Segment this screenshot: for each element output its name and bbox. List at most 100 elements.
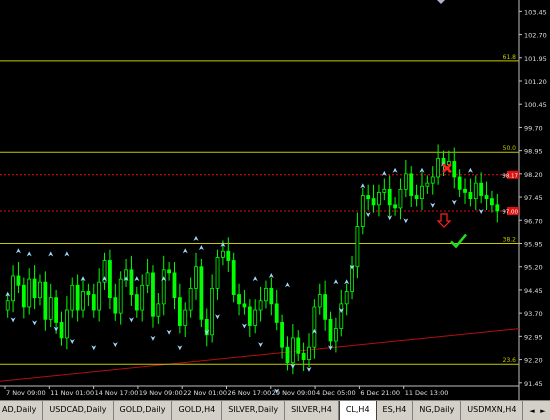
- candle-body: [409, 173, 414, 196]
- candle-body: [210, 287, 215, 336]
- candle-body: [495, 204, 500, 212]
- candle-body: [59, 322, 64, 339]
- candle-body: [371, 198, 376, 206]
- candle-body: [70, 284, 75, 311]
- candle-body: [490, 198, 494, 206]
- candle-body: [86, 291, 91, 295]
- candle-body: [140, 284, 145, 311]
- candle-body: [414, 195, 419, 200]
- candle-body: [360, 195, 365, 227]
- candle-body: [221, 250, 225, 258]
- tab-es-h4[interactable]: ES,H4: [377, 401, 414, 420]
- candle-body: [16, 275, 21, 286]
- candle-body: [393, 204, 397, 209]
- candle-body: [151, 272, 155, 317]
- tab-usdmxn-h4[interactable]: USDMXN,H4: [461, 401, 524, 420]
- candle-body: [425, 182, 430, 187]
- fib-level-label: 38.2: [503, 237, 517, 244]
- price-tick-label: 100.45: [524, 101, 547, 109]
- price-tick-label: 98.20: [524, 171, 543, 179]
- price-tick-label: 102.70: [524, 32, 547, 40]
- candle-body: [156, 303, 161, 317]
- time-tick-label: 26 Nov 17:00: [228, 389, 272, 397]
- candle-body: [118, 278, 123, 314]
- candle-body: [285, 346, 290, 364]
- candle-body: [242, 303, 247, 308]
- price-tick-label: 97.45: [524, 194, 543, 202]
- candle-body: [403, 173, 408, 190]
- time-tick-label: 14 Nov 17:00: [95, 389, 139, 397]
- candle-body: [280, 322, 284, 348]
- price-tick-label: 92.20: [524, 357, 543, 365]
- price-tick-label: 94.45: [524, 287, 543, 295]
- tab-scroll-controls: ◄ ►: [525, 401, 550, 420]
- candle-body: [5, 300, 10, 311]
- price-tick-label: 103.45: [524, 8, 547, 16]
- candle-body: [145, 272, 150, 286]
- candle-body: [328, 318, 333, 342]
- candle-body: [350, 266, 354, 292]
- candle-body: [199, 266, 204, 320]
- tab-ng-daily[interactable]: NG,Daily: [413, 401, 462, 420]
- tab-silver-h4[interactable]: SILVER,H4: [285, 401, 339, 420]
- candle-body: [75, 284, 80, 311]
- candle-body: [237, 294, 241, 305]
- candle-body: [355, 226, 360, 268]
- price-tick-label: 91.45: [524, 380, 543, 388]
- candle-body: [430, 176, 435, 184]
- time-tick-label: 7 Nov 09:00: [6, 389, 46, 397]
- candle-body: [290, 337, 295, 364]
- candle-body: [484, 195, 489, 200]
- candle-body: [317, 294, 322, 308]
- tab-gold-daily[interactable]: GOLD,Daily: [114, 401, 173, 420]
- price-tick-label: 101.20: [524, 78, 547, 86]
- candle-body: [473, 182, 478, 200]
- fib-level-label: 23.6: [503, 357, 517, 364]
- time-tick-label: 6 Dec 21:00: [360, 389, 400, 397]
- scroll-left-icon[interactable]: ◄: [528, 406, 536, 416]
- candle-body: [108, 260, 112, 299]
- price-tag-text: 98.17: [502, 173, 518, 179]
- candle-body: [436, 157, 441, 178]
- candle-body: [463, 188, 467, 193]
- tab-silver-daily[interactable]: SILVER,Daily: [222, 401, 286, 420]
- tab-ad-daily[interactable]: AD,Daily: [0, 401, 44, 420]
- candle-body: [215, 257, 220, 289]
- tab-usdcad-daily[interactable]: USDCAD,Daily: [43, 401, 114, 420]
- candle-body: [344, 291, 349, 305]
- candle-body: [339, 303, 344, 330]
- candle-body: [32, 278, 37, 299]
- fib-level-label: 50.0: [503, 145, 517, 152]
- time-tick-label: 11 Nov 01:00: [50, 389, 94, 397]
- tab-gold-h4[interactable]: GOLD,H4: [172, 401, 223, 420]
- candle-body: [172, 272, 177, 299]
- price-tick-label: 95.95: [524, 241, 543, 249]
- candle-body: [398, 188, 403, 209]
- scroll-right-icon[interactable]: ►: [539, 406, 547, 416]
- price-chart[interactable]: 103.45 102.70 101.95 101.20 100.45 99.70 98.95…: [0, 0, 550, 400]
- candle-body: [48, 297, 53, 320]
- price-tag-text: 97.00: [502, 210, 518, 216]
- candle-body: [307, 346, 311, 360]
- candle-body: [97, 281, 102, 311]
- candle-body: [264, 287, 268, 302]
- candle-body: [452, 161, 457, 178]
- tab-cl-h4[interactable]: CL,H4: [338, 401, 377, 420]
- candle-body: [38, 281, 42, 299]
- candle-body: [366, 195, 371, 200]
- chart-window[interactable]: 103.45 102.70 101.95 101.20 100.45 99.70 98.95…: [0, 0, 550, 420]
- candle-body: [194, 266, 198, 289]
- candle-body: [27, 278, 32, 308]
- candle-body: [323, 294, 328, 320]
- candle-body: [11, 275, 15, 302]
- candle-body: [247, 306, 252, 326]
- candle-body: [21, 284, 26, 308]
- time-tick-label: 29 Nov 09:00: [272, 389, 316, 397]
- candle-body: [387, 188, 392, 206]
- candle-body: [81, 291, 85, 311]
- price-tick-label: 101.95: [524, 55, 547, 63]
- time-tick-label: 11 Dec 13:00: [405, 389, 449, 397]
- candle-body: [129, 269, 134, 295]
- time-tick-label: 4 Dec 05:00: [316, 389, 356, 397]
- candle-body: [479, 182, 484, 196]
